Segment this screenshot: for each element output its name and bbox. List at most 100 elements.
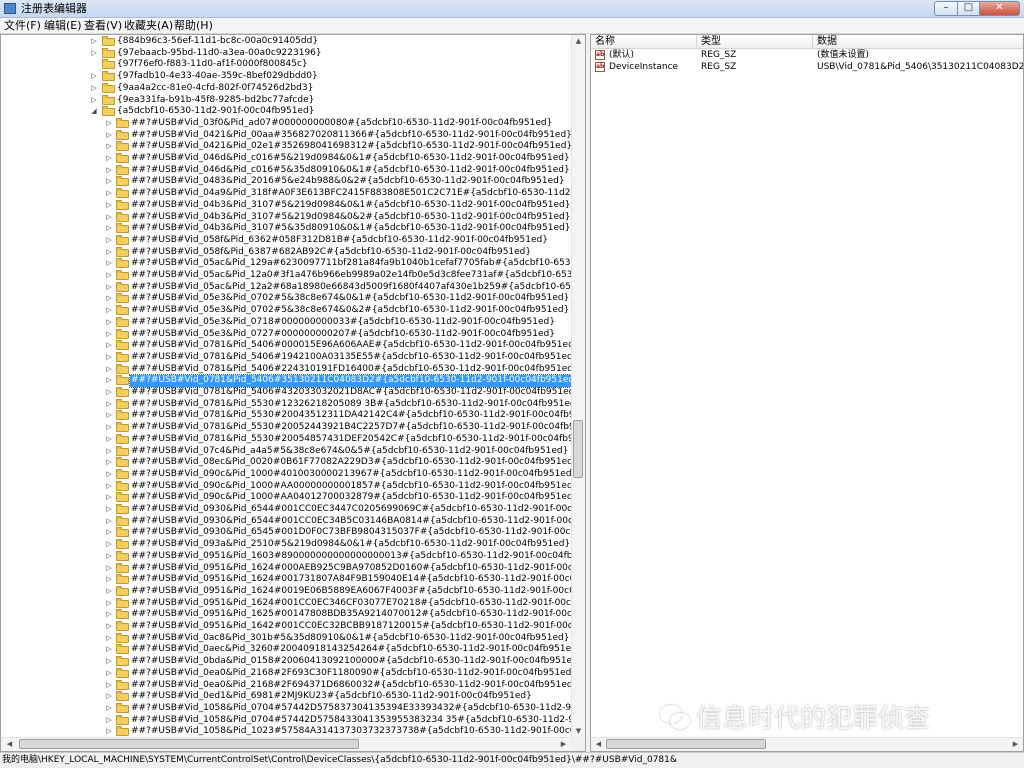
expand-arrow-icon[interactable]: ▷ [105, 247, 113, 259]
expand-arrow-icon[interactable]: ▷ [105, 352, 113, 364]
key-label[interactable]: ##?#USB#Vid_090c&Pid_1000#AA000000000018… [130, 481, 572, 493]
expand-arrow-icon[interactable]: ▷ [105, 539, 113, 551]
scroll-right-icon[interactable]: ▶ [557, 738, 570, 751]
key-label[interactable]: ##?#USB#Vid_0421&Pid_00aa#35682702081136… [130, 130, 572, 142]
expand-arrow-icon[interactable] [90, 59, 98, 71]
expand-arrow-icon[interactable]: ▷ [105, 212, 113, 224]
key-label[interactable]: ##?#USB#Vid_0483&Pid_2016#5&e24b988&0&2#… [130, 176, 566, 188]
key-label[interactable]: ##?#USB#Vid_0781&Pid_5530#20054857431DEF… [130, 434, 572, 446]
expand-arrow-icon[interactable]: ▷ [105, 141, 113, 153]
key-label[interactable]: ##?#USB#Vid_0781&Pid_5530#12326218205089… [130, 399, 572, 411]
key-label[interactable]: ##?#USB#Vid_05ac&Pid_129a#6230097711bf28… [130, 258, 572, 270]
key-label[interactable]: ##?#USB#Vid_04b3&Pid_3107#5&219d0984&0&2… [130, 212, 571, 224]
expand-arrow-icon[interactable]: ▷ [105, 317, 113, 329]
expand-arrow-icon[interactable]: ▷ [105, 153, 113, 165]
expand-arrow-icon[interactable]: ▷ [105, 492, 113, 504]
key-label[interactable]: ##?#USB#Vid_0951&Pid_1624#0019E06B5889EA… [130, 586, 572, 598]
expand-arrow-icon[interactable]: ▷ [105, 527, 113, 539]
expand-arrow-icon[interactable]: ▷ [90, 95, 98, 107]
key-label[interactable]: ##?#USB#Vid_04b3&Pid_3107#5&35d80910&0&1… [130, 223, 571, 235]
key-label[interactable]: ##?#USB#Vid_05ac&Pid_12a0#3f1a476b966eb9… [130, 270, 572, 282]
expand-arrow-icon[interactable]: ▷ [105, 118, 113, 130]
expand-arrow-icon[interactable]: ▷ [105, 410, 113, 422]
column-type-header[interactable]: 类型 [697, 35, 813, 48]
expand-arrow-icon[interactable]: ▷ [105, 223, 113, 235]
expand-arrow-icon[interactable]: ▷ [105, 188, 113, 200]
registry-tree-pane[interactable]: ▷ {884b96c3-56ef-11d1-bc8c-00a0c91405dd} ▷… [0, 34, 586, 752]
key-label[interactable]: ##?#USB#Vid_0ed1&Pid_6981#2MJ9KU23#{a5dc… [130, 691, 533, 703]
expand-arrow-icon[interactable]: ▷ [105, 703, 113, 715]
expand-arrow-icon[interactable]: ▷ [105, 644, 113, 656]
expand-arrow-icon[interactable]: ▷ [105, 282, 113, 294]
column-data-header[interactable]: 数据 [813, 35, 1023, 48]
expand-arrow-icon[interactable]: ▷ [105, 563, 113, 575]
menu-favorites[interactable]: 收藏夹(A) [124, 19, 173, 33]
scroll-up-icon[interactable]: ▲ [572, 35, 585, 48]
key-label[interactable]: ##?#USB#Vid_0421&Pid_02e1#35269804169831… [130, 141, 572, 153]
expand-arrow-icon[interactable]: ▷ [105, 340, 113, 352]
expand-arrow-icon[interactable]: ▷ [105, 457, 113, 469]
key-label[interactable]: ##?#USB#Vid_0aec&Pid_3260#20040918143254… [130, 644, 572, 656]
expand-arrow-icon[interactable]: ▷ [105, 691, 113, 703]
expand-arrow-icon[interactable]: ▷ [105, 656, 113, 668]
selected-key-label[interactable]: ##?#USB#Vid_0781&Pid_5406#35130211C04083… [129, 374, 572, 388]
key-label[interactable]: ##?#USB#Vid_0781&Pid_5406#224310191FD164… [130, 364, 572, 376]
tree-hscroll-thumb[interactable] [19, 739, 359, 749]
key-label[interactable]: ##?#USB#Vid_0781&Pid_5406#432033032021D8… [130, 387, 572, 399]
key-label[interactable]: ##?#USB#Vid_046d&Pid_c016#5&219d0984&0&1… [130, 153, 571, 165]
key-label[interactable]: ##?#USB#Vid_058f&Pid_6362#058F312D81B#{a… [130, 235, 549, 247]
menu-file[interactable]: 文件(F) [4, 19, 41, 33]
expand-arrow-icon[interactable]: ▷ [105, 516, 113, 528]
expand-arrow-icon[interactable]: ▷ [105, 586, 113, 598]
minimize-button[interactable]: – [934, 1, 958, 16]
key-label[interactable]: ##?#USB#Vid_058f&Pid_6387#682AB92C#{a5dc… [130, 247, 532, 259]
key-label[interactable]: {97ebaacb-95bd-11d0-a3ea-00a0c9223196} [116, 48, 323, 60]
key-label[interactable]: ##?#USB#Vid_0930&Pid_6544#001CC0EC34B5C0… [130, 516, 572, 528]
values-hscroll-thumb[interactable] [606, 739, 766, 749]
collapse-arrow-icon[interactable]: ◢ [90, 106, 98, 118]
key-label[interactable]: {884b96c3-56ef-11d1-bc8c-00a0c91405dd} [116, 36, 319, 48]
tree-horizontal-scrollbar[interactable]: ◀ ▶ [1, 737, 572, 751]
expand-arrow-icon[interactable]: ▷ [105, 258, 113, 270]
expand-arrow-icon[interactable]: ▷ [105, 621, 113, 633]
key-label[interactable]: ##?#USB#Vid_07c4&Pid_a4a5#5&38c8e674&0&5… [130, 446, 569, 458]
expand-arrow-icon[interactable]: ▷ [105, 574, 113, 586]
key-label[interactable]: ##?#USB#Vid_0930&Pid_6544#001CC0EC3447C0… [130, 504, 572, 516]
column-name-header[interactable]: 名称 [591, 35, 697, 48]
key-label[interactable]: ##?#USB#Vid_03f0&Pid_ad07#000000000080#{… [130, 118, 553, 130]
values-horizontal-scrollbar[interactable]: ◀ ▶ [591, 737, 1023, 751]
key-label[interactable]: ##?#USB#Vid_05e3&Pid_0727#000000000207#{… [130, 329, 556, 341]
tree-vertical-scrollbar[interactable]: ▲ ▼ [571, 35, 585, 738]
tree-vscroll-thumb[interactable] [573, 420, 583, 478]
expand-arrow-icon[interactable]: ▷ [105, 715, 113, 727]
expand-arrow-icon[interactable]: ▷ [105, 668, 113, 680]
value-row[interactable]: ab (默认) REG_SZ (数值未设置) [591, 49, 1023, 61]
expand-arrow-icon[interactable]: ▷ [105, 130, 113, 142]
values-list-pane[interactable]: 名称 类型 数据 ab (默认) REG_SZ (数值未设置) ab Devic… [590, 34, 1024, 752]
key-label[interactable]: ##?#USB#Vid_1058&Pid_0704#57442D57583730… [130, 703, 572, 715]
key-label[interactable]: {97fadb10-4e33-40ae-359c-8bef029dbdd0} [116, 71, 319, 83]
key-label[interactable]: ##?#USB#Vid_05e3&Pid_0702#5&38c8e674&0&2… [130, 305, 570, 317]
key-label[interactable]: ##?#USB#Vid_04a9&Pid_318f#A0F3E613BFC241… [130, 188, 572, 200]
key-label[interactable]: ##?#USB#Vid_1058&Pid_0704#57442D57584330… [130, 715, 572, 727]
expand-arrow-icon[interactable]: ▷ [105, 434, 113, 446]
key-label[interactable]: ##?#USB#Vid_05ac&Pid_12a2#68a18980e66843… [130, 282, 572, 294]
scroll-right-icon[interactable]: ▶ [1009, 738, 1022, 751]
expand-arrow-icon[interactable]: ▷ [105, 235, 113, 247]
key-label[interactable]: {9ea331fa-b91b-45f8-9285-bd2bc77afcde} [116, 95, 315, 107]
key-label[interactable]: ##?#USB#Vid_0951&Pid_1624#000AEB925C9BA9… [130, 563, 572, 575]
key-label[interactable]: ##?#USB#Vid_0781&Pid_5530#20043512311DA4… [130, 410, 572, 422]
expand-arrow-icon[interactable]: ▷ [105, 446, 113, 458]
expand-arrow-icon[interactable]: ▷ [105, 364, 113, 376]
expand-arrow-icon[interactable]: ▷ [105, 399, 113, 411]
key-label[interactable]: ##?#USB#Vid_08ec&Pid_0020#0B61F77082A229… [130, 457, 572, 469]
expand-arrow-icon[interactable]: ▷ [105, 633, 113, 645]
expand-arrow-icon[interactable]: ▷ [105, 609, 113, 621]
key-label[interactable]: ##?#USB#Vid_0781&Pid_5530#20052443921B4C… [130, 422, 572, 434]
expand-arrow-icon[interactable]: ▷ [105, 200, 113, 212]
key-label[interactable]: {9aa4a2cc-81e0-4cfd-802f-0f74526d2bd3} [116, 83, 314, 95]
key-label[interactable]: ##?#USB#Vid_090c&Pid_1000#AA040127000328… [130, 492, 572, 504]
key-label[interactable]: ##?#USB#Vid_046d&Pid_c016#5&35d80910&0&1… [130, 165, 571, 177]
menu-help[interactable]: 帮助(H) [174, 19, 213, 33]
scroll-left-icon[interactable]: ◀ [3, 738, 16, 751]
